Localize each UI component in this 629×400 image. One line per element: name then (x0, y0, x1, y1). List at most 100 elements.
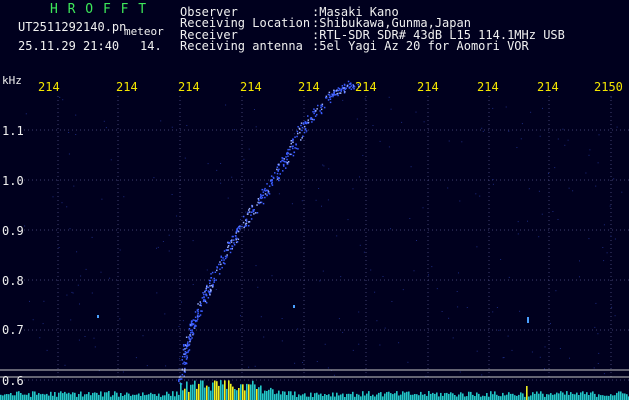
noise-speck (528, 188, 530, 190)
noise-speck (593, 367, 595, 369)
spectrum-bar (608, 395, 610, 400)
echo-dot (266, 194, 268, 197)
echo-dot (182, 362, 184, 365)
spectrum-bar (558, 393, 560, 400)
echo-dot (323, 106, 326, 109)
noise-speck (119, 318, 121, 320)
spectrum-bar (182, 390, 184, 400)
noise-speck (402, 289, 404, 291)
noise-speck (390, 108, 392, 110)
echo-dot (301, 137, 303, 139)
echo-dot (331, 94, 334, 96)
noise-speck (52, 196, 54, 198)
noise-speck (374, 291, 376, 293)
spectrum-bar (446, 392, 448, 400)
noise-speck (240, 219, 241, 221)
spectrum-bar (440, 392, 442, 400)
noise-speck (184, 157, 186, 159)
noise-speck (557, 219, 559, 220)
noise-speck (503, 357, 505, 358)
noise-speck (91, 236, 93, 238)
echo-dot (329, 98, 332, 100)
spectrum-bar (106, 392, 108, 400)
spectrum-bar (274, 394, 276, 400)
echo-dot (295, 143, 297, 145)
spectrum-bar (244, 390, 246, 400)
echo-dot (305, 130, 308, 132)
noise-speck (569, 357, 570, 359)
echo-dot (181, 355, 184, 358)
spectrum-bar (120, 393, 122, 400)
spectrum-bar (464, 396, 466, 400)
spectrum-bar (144, 395, 146, 400)
noise-speck (422, 207, 424, 209)
spectrum-bar (484, 396, 486, 400)
x-tick: 2150 (594, 80, 623, 94)
spectrum-bar (398, 395, 400, 400)
spectrum-bar (320, 393, 322, 400)
spectrum-bar (214, 380, 216, 400)
noise-speck (281, 318, 283, 319)
noise-speck (356, 118, 358, 120)
echo-dot (289, 148, 291, 151)
spectrum-bar (238, 388, 240, 400)
echo-dot (220, 255, 222, 258)
echo-dot (191, 323, 194, 325)
noise-speck (531, 351, 533, 353)
noise-speck (594, 326, 596, 328)
noise-speck (359, 244, 361, 246)
echo-dot (286, 158, 288, 161)
noise-speck (71, 291, 73, 293)
spectrum-bar (288, 391, 290, 400)
spectrum-bar (128, 393, 130, 400)
spectrum-bar (122, 396, 124, 400)
spectrum-bar (198, 383, 200, 400)
echo-dot (229, 251, 232, 254)
spectrum-bar (158, 393, 160, 400)
noise-speck (611, 306, 613, 308)
echo-dot (333, 91, 335, 93)
spectrum-bar (42, 393, 44, 400)
echo-spot (293, 305, 295, 308)
spectrum-bar (100, 391, 102, 400)
spectrum-bar (414, 394, 416, 400)
noise-speck (508, 276, 510, 278)
spectrum-bar (264, 390, 266, 400)
noise-speck (156, 247, 157, 249)
spectrum-bar (572, 393, 574, 400)
spectrum-bar (530, 395, 532, 400)
noise-speck (554, 167, 556, 169)
echo-dot (221, 266, 223, 269)
noise-speck (119, 249, 121, 251)
spectrum-bar (12, 395, 14, 400)
echo-dot (199, 301, 201, 303)
spectrum-bar (72, 392, 74, 400)
noise-speck (315, 199, 317, 201)
y-tick: 0.8 (2, 274, 24, 288)
spectrum-bar (4, 394, 6, 400)
echo-dot (199, 304, 201, 306)
echo-dot (221, 259, 223, 261)
spectrum-bar (566, 391, 568, 400)
noise-speck (260, 316, 262, 318)
noise-speck (527, 220, 528, 222)
echo-dot (189, 339, 191, 341)
echo-dot (220, 263, 222, 266)
echo-dot (226, 256, 228, 258)
noise-speck (76, 251, 78, 253)
noise-speck (43, 300, 45, 302)
echo-dot (190, 335, 192, 337)
noise-speck (502, 357, 504, 359)
noise-speck (233, 129, 235, 131)
noise-speck (597, 333, 599, 335)
spectrum-bar (44, 394, 46, 400)
noise-speck (178, 326, 180, 327)
spectrum-bar (618, 391, 620, 400)
spectrum-bar (318, 394, 320, 400)
noise-speck (69, 228, 71, 230)
noise-speck (105, 127, 107, 129)
spectrum-bar (622, 393, 624, 400)
noise-speck (66, 206, 68, 208)
noise-speck (602, 247, 604, 248)
echo-dot (205, 302, 208, 304)
